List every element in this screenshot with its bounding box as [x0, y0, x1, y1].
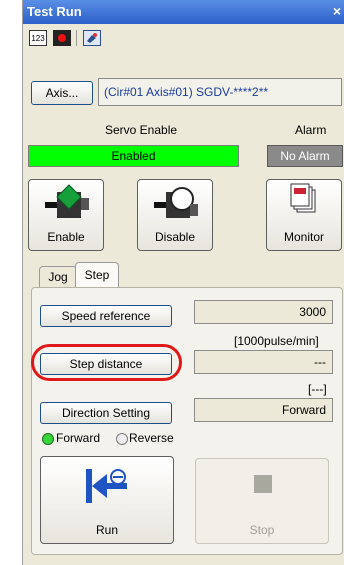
direction-setting-label: Direction Setting	[61, 406, 151, 420]
axis-value-field: (Cir#01 Axis#01) SGDV-****2**	[98, 78, 342, 106]
disable-icon	[154, 187, 198, 218]
toolbar-separator	[76, 30, 77, 46]
title-bar: Test Run ×	[23, 0, 344, 24]
stop-label: Stop	[249, 523, 275, 537]
test-run-panel: Test Run × 123 Axis... (Cir#01 Axis#01) …	[22, 0, 344, 565]
tab-step[interactable]: Step	[75, 262, 119, 288]
window-title: Test Run	[27, 4, 82, 19]
forward-label: Forward	[56, 431, 101, 445]
axis-button[interactable]: Axis...	[31, 81, 93, 105]
stop-button[interactable]: Stop	[195, 458, 329, 544]
speed-unit: [1000pulse/min]	[234, 334, 319, 348]
direction-field: Forward	[194, 398, 333, 422]
axis-button-label: Axis...	[45, 86, 79, 100]
enable-button[interactable]: Enable	[28, 179, 104, 251]
speed-reference-button[interactable]: Speed reference	[40, 305, 172, 327]
speed-reference-value: 3000	[299, 305, 326, 319]
alarm-state: No Alarm	[280, 149, 330, 163]
run-icon	[86, 469, 127, 503]
tab-step-label: Step	[84, 268, 110, 282]
close-icon[interactable]: ×	[333, 3, 341, 19]
record-icon[interactable]	[53, 30, 71, 46]
monitor-icon	[290, 183, 316, 213]
enable-icon	[45, 184, 89, 218]
step-distance-value: ---	[314, 355, 326, 369]
enable-label: Enable	[47, 230, 85, 244]
step-distance-label: Step distance	[69, 357, 143, 371]
direction-value: Forward	[281, 403, 326, 417]
toolbar: 123	[23, 26, 344, 52]
disable-label: Disable	[154, 230, 196, 244]
record-dot	[58, 34, 66, 42]
step-distance-unit: [---]	[308, 382, 327, 396]
step-distance-button[interactable]: Step distance	[40, 353, 172, 375]
monitor-button[interactable]: Monitor	[266, 179, 342, 251]
settings-icon[interactable]	[83, 30, 101, 46]
calendar-123-text: 123	[31, 34, 45, 43]
servo-enable-state: Enabled	[111, 149, 156, 163]
alarm-indicator: No Alarm	[267, 145, 343, 167]
speed-reference-label: Speed reference	[61, 309, 151, 323]
disable-button[interactable]: Disable	[137, 179, 213, 251]
step-distance-field[interactable]: ---	[194, 350, 333, 374]
speed-reference-field[interactable]: 3000	[194, 300, 333, 324]
tab-jog-label: Jog	[48, 270, 68, 284]
calendar-123-icon[interactable]: 123	[29, 30, 47, 46]
tab-jog[interactable]: Jog	[39, 266, 77, 288]
run-label: Run	[95, 523, 118, 537]
run-button[interactable]: Run	[40, 456, 174, 544]
reverse-indicator	[116, 433, 128, 445]
forward-indicator	[42, 433, 54, 445]
alarm-label: Alarm	[295, 123, 327, 137]
servo-enable-label: Servo Enable	[105, 123, 178, 137]
direction-setting-button[interactable]: Direction Setting	[40, 402, 172, 424]
settings-glyph	[87, 33, 97, 43]
stop-icon	[254, 475, 272, 493]
monitor-label: Monitor	[283, 230, 324, 244]
servo-enable-indicator: Enabled	[28, 145, 239, 167]
axis-value: (Cir#01 Axis#01) SGDV-****2**	[104, 85, 269, 99]
reverse-label: Reverse	[129, 431, 174, 445]
